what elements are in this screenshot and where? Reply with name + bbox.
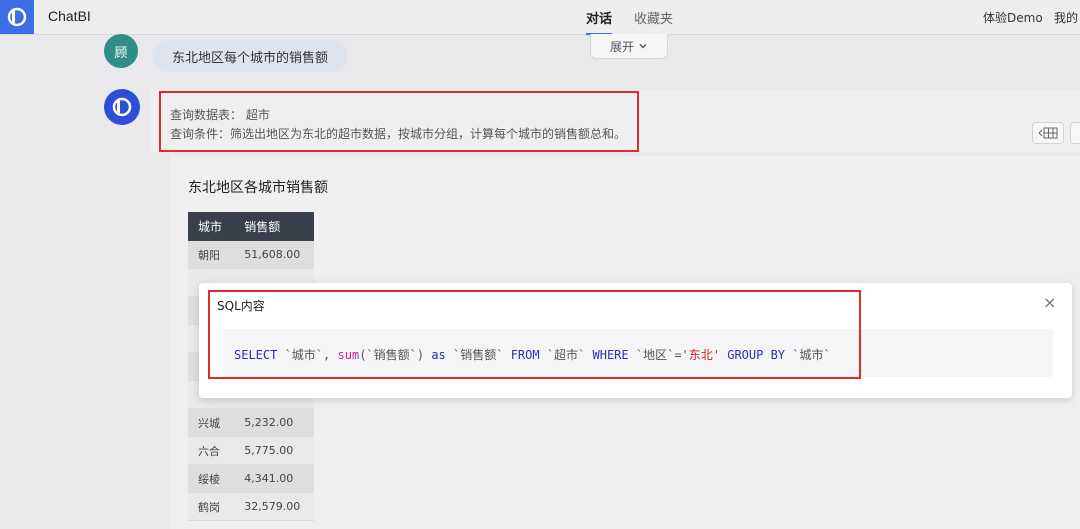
cell-city: 绥棱 — [188, 464, 235, 493]
bot-avatar-icon — [104, 89, 140, 125]
highlight-sql-box — [208, 290, 861, 379]
logo-icon[interactable] — [0, 0, 34, 34]
top-bar: ChatBI 对话 收藏夹 体验Demo 我的 — [0, 0, 1080, 35]
table-icon — [1038, 127, 1058, 139]
column-header-sales[interactable]: 销售额 — [234, 212, 314, 241]
user-message: 东北地区每个城市的销售额 — [152, 40, 349, 72]
cell-city: 鹤岗 — [188, 492, 235, 521]
cell-sales: 32,579.00 — [234, 492, 314, 521]
highlight-query-box — [159, 91, 639, 152]
app-title: ChatBI — [48, 8, 91, 24]
table-row: 鹤岗 32,579.00 — [188, 492, 314, 521]
expand-label: 展开 — [609, 39, 634, 54]
user-avatar: 顾 — [104, 34, 138, 68]
table-row: 绥棱 4,341.00 — [188, 464, 314, 493]
tab-chat[interactable]: 对话 — [586, 8, 613, 35]
cell-sales: 4,341.00 — [234, 464, 314, 493]
cell-sales: 5,232.00 — [234, 408, 314, 437]
my-menu[interactable]: 我的 — [1054, 9, 1078, 26]
table-row: 兴城 5,232.00 — [188, 408, 314, 437]
cell-sales: 51,608.00 — [234, 241, 314, 269]
cell-city: 六合 — [188, 436, 235, 465]
column-header-city[interactable]: 城市 — [188, 212, 235, 241]
user-message-text: 东北地区每个城市的销售额 — [172, 50, 329, 66]
table-view-button[interactable] — [1032, 122, 1064, 144]
cell-sales: 5,775.00 — [234, 436, 314, 465]
cell-city: 朝阳 — [188, 241, 235, 269]
cell-city: 兴城 — [188, 408, 235, 437]
result-title: 东北地区各城市销售额 — [188, 180, 328, 196]
expand-button[interactable]: 展开 — [590, 34, 668, 59]
table-row: 六合 5,775.00 — [188, 436, 314, 465]
close-icon[interactable]: × — [1043, 293, 1056, 312]
more-button[interactable] — [1070, 122, 1080, 144]
chevron-down-icon — [639, 44, 647, 49]
tab-favorites[interactable]: 收藏夹 — [634, 8, 673, 27]
table-row: 朝阳 51,608.00 — [188, 241, 314, 269]
user-name[interactable]: 体验Demo — [983, 9, 1043, 26]
